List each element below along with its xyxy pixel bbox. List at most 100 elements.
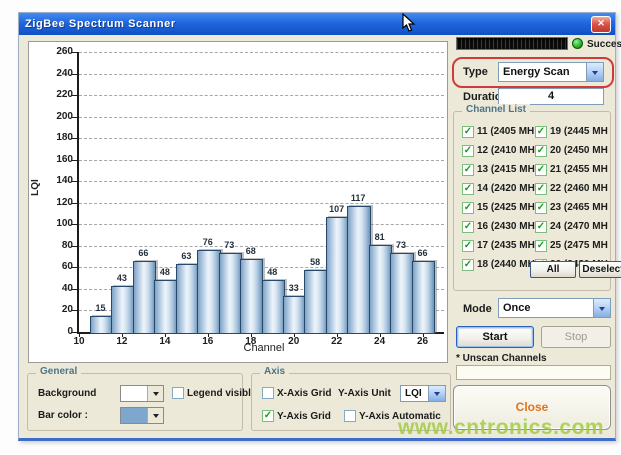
channel-item: ✓18 (2440 MH	[462, 259, 535, 271]
screenshot-root: ZigBee Spectrum Scanner ✕ LQI 0204060801…	[0, 0, 621, 455]
channel-checkbox[interactable]: ✓	[462, 221, 474, 233]
channel-checkbox[interactable]: ✓	[535, 240, 547, 252]
channel-checkbox[interactable]: ✓	[535, 183, 547, 195]
axis-group-title: Axis	[260, 366, 289, 377]
chart-bar	[197, 250, 220, 334]
y-tick-label: 160	[31, 154, 73, 165]
channel-label: 14 (2420 MH	[477, 183, 535, 194]
unscan-channels-field[interactable]	[456, 365, 611, 380]
x-tick-label: 24	[367, 336, 393, 347]
y-axis-unit-dropdown[interactable]: LQI	[400, 385, 446, 402]
x-tick-mark	[79, 332, 80, 337]
y-tick-mark	[71, 332, 77, 333]
y-tick-mark	[71, 95, 77, 96]
channel-checkbox[interactable]: ✓	[462, 164, 474, 176]
y-tick-label: 20	[31, 304, 73, 315]
y-tick-label: 40	[31, 283, 73, 294]
watermark: www.cntronics.com	[398, 416, 604, 440]
channel-checkbox[interactable]: ✓	[535, 164, 547, 176]
channel-label: 23 (2465 MH	[550, 202, 608, 213]
y-tick-label: 100	[31, 218, 73, 229]
y-tick-label: 60	[31, 261, 73, 272]
channel-checkbox[interactable]: ✓	[535, 145, 547, 157]
channel-row: ✓12 (2410 MH✓20 (2450 MH	[462, 141, 608, 160]
bar-value-label: 48	[259, 267, 285, 277]
chart-bar	[369, 245, 392, 334]
bar-value-label: 117	[345, 193, 371, 203]
channel-item: ✓12 (2410 MH	[462, 145, 535, 157]
channel-label: 11 (2405 MH	[477, 126, 534, 137]
channel-checkbox[interactable]: ✓	[535, 221, 547, 233]
deselect-button[interactable]: Deselect	[579, 261, 621, 278]
unscan-channels-label: * Unscan Channels	[456, 353, 547, 364]
bar-value-label: 48	[152, 267, 178, 277]
y-axis-grid-checkbox[interactable]: ✓	[262, 410, 274, 422]
channel-item: ✓21 (2455 MH	[535, 164, 608, 176]
chart-bar	[219, 253, 242, 334]
y-gridline	[79, 117, 444, 118]
title-bar[interactable]: ZigBee Spectrum Scanner ✕	[19, 13, 615, 35]
y-axis-grid-label: Y-Axis Grid	[277, 411, 331, 422]
y-gridline	[79, 224, 444, 225]
bar-color-swatch	[121, 408, 147, 423]
background-color-dropdown[interactable]	[120, 385, 164, 402]
channel-item: ✓19 (2445 MH	[535, 126, 608, 138]
channel-list-title: Channel List	[462, 104, 530, 115]
close-button-label: Close	[516, 400, 549, 414]
type-label: Type	[463, 66, 488, 78]
bar-value-label: 43	[109, 273, 135, 283]
chevron-down-icon[interactable]	[147, 408, 163, 423]
chevron-down-icon[interactable]	[147, 386, 163, 401]
channel-label: 12 (2410 MH	[477, 145, 535, 156]
channel-label: 22 (2460 MH	[550, 183, 608, 194]
x-tick-label: 26	[410, 336, 436, 347]
x-axis-grid-checkbox[interactable]	[262, 387, 274, 399]
channel-label: 13 (2415 MH	[477, 164, 535, 175]
channel-checkbox[interactable]: ✓	[462, 145, 474, 157]
channel-label: 21 (2455 MH	[550, 164, 608, 175]
y-gridline	[79, 74, 444, 75]
bar-value-label: 68	[238, 246, 264, 256]
chart-bar	[390, 253, 413, 334]
chart-bar	[283, 296, 306, 334]
x-tick-label: 12	[109, 336, 135, 347]
channel-item: ✓24 (2470 MH	[535, 221, 608, 233]
stop-button[interactable]: Stop	[541, 326, 611, 348]
legend-visible-checkbox[interactable]	[172, 387, 184, 399]
background-label: Background	[38, 388, 96, 399]
all-select-button[interactable]: All Select	[530, 261, 576, 278]
y-tick-mark	[71, 267, 77, 268]
duration-input[interactable]: 4	[498, 88, 604, 105]
chevron-down-icon[interactable]	[586, 63, 603, 81]
channel-checkbox[interactable]: ✓	[535, 202, 547, 214]
channel-checkbox[interactable]: ✓	[462, 126, 474, 138]
y-gridline	[79, 138, 444, 139]
y-axis-automatic-checkbox[interactable]	[344, 410, 356, 422]
y-tick-label: 220	[31, 89, 73, 100]
x-axis-label: Channel	[219, 342, 309, 354]
channel-checkbox[interactable]: ✓	[462, 240, 474, 252]
channel-item: ✓23 (2465 MH	[535, 202, 608, 214]
bar-value-label: 63	[173, 251, 199, 261]
start-button[interactable]: Start	[456, 326, 534, 348]
chevron-down-icon[interactable]	[593, 299, 610, 317]
channel-label: 25 (2475 MH	[550, 240, 608, 251]
mode-dropdown[interactable]: Once	[498, 298, 611, 318]
channel-row: ✓13 (2415 MH✓21 (2455 MH	[462, 160, 608, 179]
y-tick-label: 200	[31, 111, 73, 122]
channel-checkbox[interactable]: ✓	[462, 259, 474, 271]
type-dropdown[interactable]: Energy Scan	[498, 62, 604, 82]
close-icon[interactable]: ✕	[591, 16, 611, 33]
bar-color-dropdown[interactable]	[120, 407, 164, 424]
channel-checkbox[interactable]: ✓	[462, 202, 474, 214]
chevron-down-icon[interactable]	[428, 386, 445, 401]
y-tick-mark	[71, 181, 77, 182]
channel-label: 17 (2435 MH	[477, 240, 535, 251]
spectrum-chart-panel: LQI 020406080100120140160180200220240260…	[28, 41, 448, 363]
channel-checkbox-grid: ✓11 (2405 MH✓19 (2445 MH✓12 (2410 MH✓20 …	[462, 122, 608, 274]
bar-color-label: Bar color :	[38, 410, 88, 421]
channel-label: 19 (2445 MH	[550, 126, 608, 137]
channel-label: 24 (2470 MH	[550, 221, 608, 232]
channel-checkbox[interactable]: ✓	[535, 126, 547, 138]
channel-checkbox[interactable]: ✓	[462, 183, 474, 195]
